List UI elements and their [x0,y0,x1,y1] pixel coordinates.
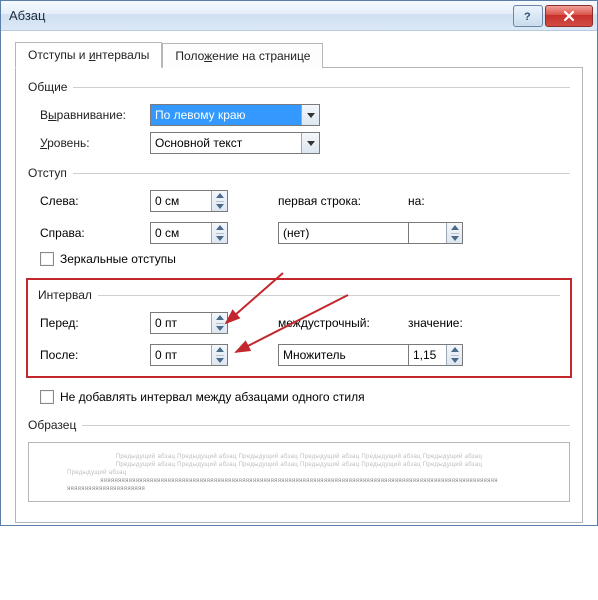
group-general: Общие Выравнивание:Выравнивание: По лево… [28,80,570,154]
line-value-spinner[interactable]: 1,15 [408,344,463,366]
by-spinner[interactable] [408,222,463,244]
alignment-value: По левому краю [151,105,301,125]
spin-up-icon[interactable] [216,345,224,355]
line-spacing-label: междустрочный:междустрочный: [278,316,408,330]
sample-preview: Предыдущий абзац Предыдущий абзац Предыд… [28,442,570,502]
spin-up-icon[interactable] [216,191,224,201]
after-label: После:После: [40,348,150,362]
level-label: Уровень:Уровень: [40,136,150,150]
group-sample-title: Образец [28,418,82,432]
chevron-down-icon [301,133,319,153]
spin-down-icon[interactable] [216,233,224,244]
firstline-label: первая строка:первая строка: [278,194,408,208]
alignment-label: Выравнивание:Выравнивание: [40,108,150,122]
before-spinner[interactable]: 0 пт [150,312,228,334]
close-button[interactable] [545,5,593,27]
divider [73,173,570,174]
level-value: Основной текст [151,133,301,153]
window-title: Абзац [9,8,511,23]
indent-right-label: Справа:Справа: [40,226,150,240]
group-general-title: Общие [28,80,73,94]
spin-up-icon[interactable] [451,223,459,233]
mirror-indent-label: Зеркальные отступыЗеркальные отступы [60,252,176,266]
mirror-indent-checkbox[interactable]: Зеркальные отступыЗеркальные отступы [28,252,570,266]
checkbox-icon [40,390,54,404]
indent-right-spinner[interactable]: 0 см [150,222,228,244]
tab-position[interactable]: Положение на странице Положение на стран… [162,43,323,68]
spin-down-icon[interactable] [216,355,224,366]
indent-left-spinner[interactable]: 0 см [150,190,228,212]
titlebar: Абзац ? [1,1,597,31]
group-interval: Интервал Перед:Перед: 0 пт междустрочный… [26,278,572,378]
group-sample: Образец Предыдущий абзац Предыдущий абза… [28,418,570,502]
divider [98,295,560,296]
divider [82,425,570,426]
tab-panel: Общие Выравнивание:Выравнивание: По лево… [15,68,583,523]
checkbox-icon [40,252,54,266]
indent-left-label: Слева:Слева: [40,194,150,208]
spin-down-icon[interactable] [451,355,459,366]
noadd-space-label: Не добавлять интервал между абзацами одн… [60,390,365,404]
group-indent: Отступ Слева:Слева: 0 см первая строка:п… [28,166,570,266]
spin-up-icon[interactable] [216,223,224,233]
paragraph-dialog: Абзац ? Отступы и интервалы Отступы и ин… [0,0,598,526]
svg-text:?: ? [524,11,531,22]
tabs: Отступы и интервалы Отступы и интервалы … [15,41,583,68]
spin-up-icon[interactable] [216,313,224,323]
group-interval-title: Интервал [38,288,98,302]
by-label: на:на: [408,194,518,208]
spin-down-icon[interactable] [451,233,459,244]
alignment-dropdown[interactable]: По левому краю [150,104,320,126]
spin-up-icon[interactable] [451,345,459,355]
spin-down-icon[interactable] [216,201,224,212]
before-label: Перед:Перед: [40,316,150,330]
chevron-down-icon [301,105,319,125]
help-button[interactable]: ? [513,5,543,27]
tab-indents-spacing[interactable]: Отступы и интервалы Отступы и интервалы [15,42,162,68]
dialog-content: Отступы и интервалы Отступы и интервалы … [1,31,597,525]
group-indent-title: Отступ [28,166,73,180]
after-spinner[interactable]: 0 пт [150,344,228,366]
spin-down-icon[interactable] [216,323,224,334]
noadd-space-checkbox[interactable]: Не добавлять интервал между абзацами одн… [28,390,570,404]
value-label: значение:значение: [408,316,518,330]
divider [73,87,570,88]
level-dropdown[interactable]: Основной текст [150,132,320,154]
